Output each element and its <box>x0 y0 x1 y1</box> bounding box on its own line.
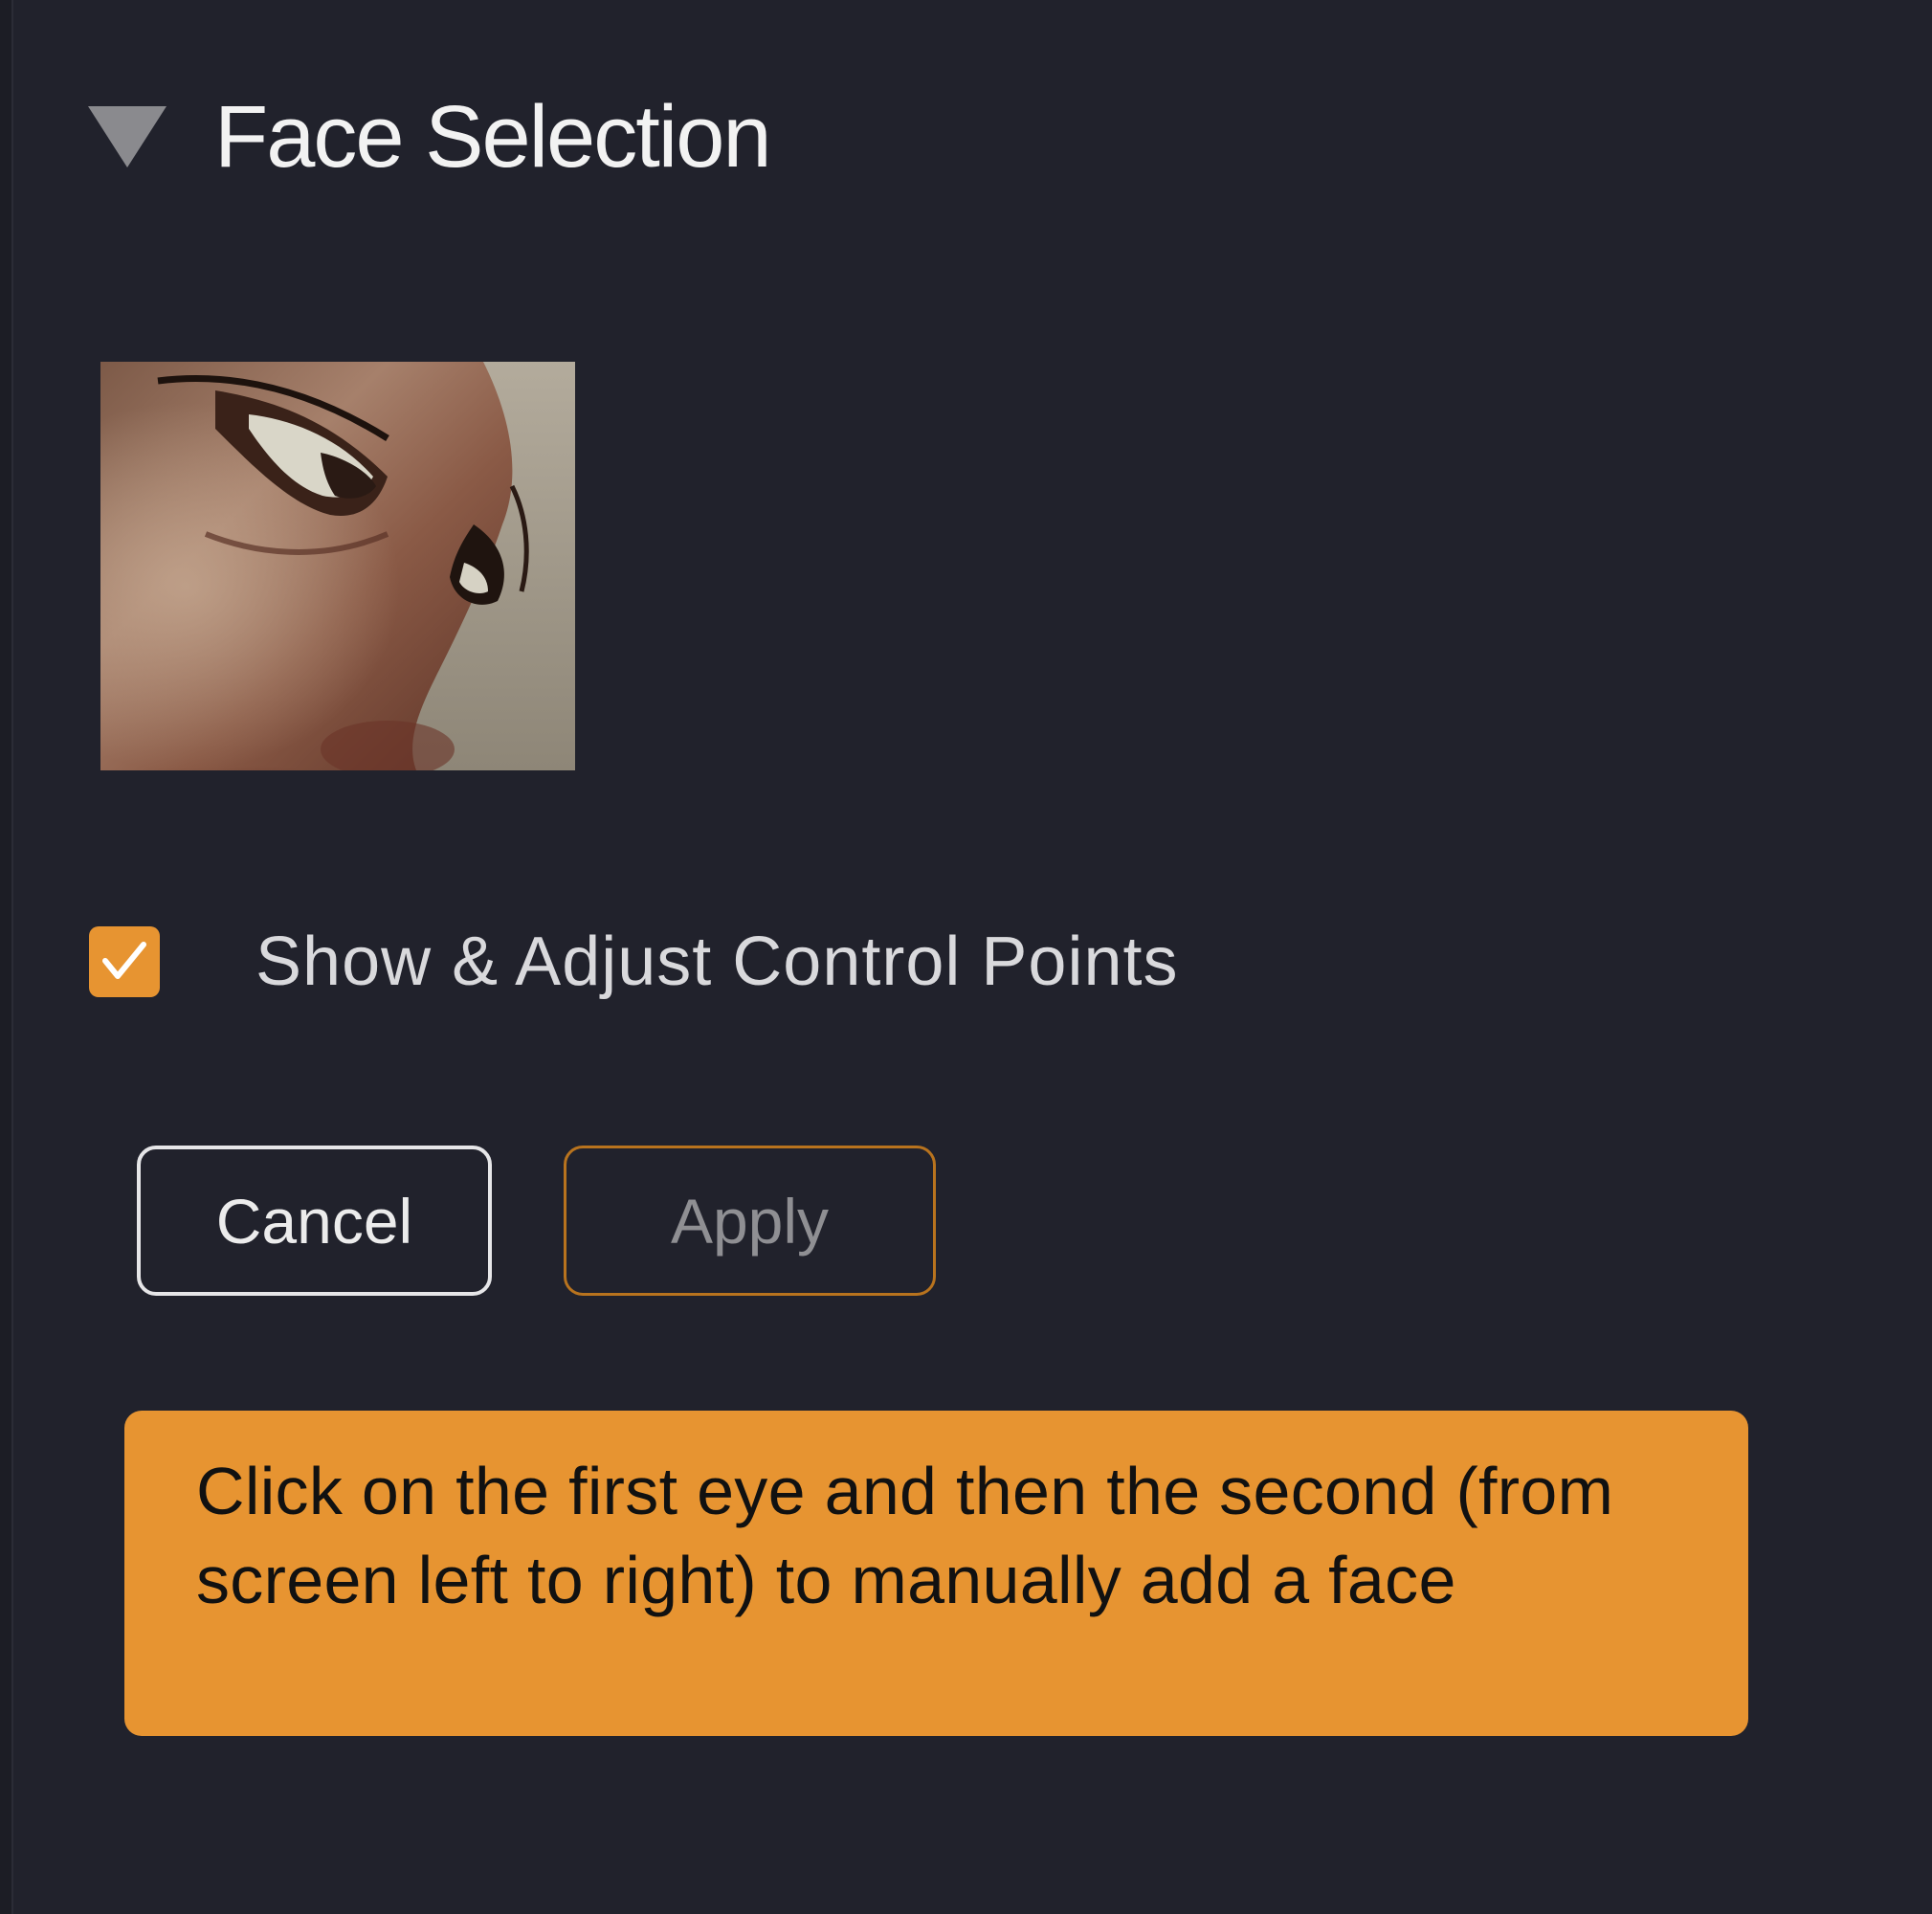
face-thumbnail-image <box>100 362 575 770</box>
cancel-button[interactable]: Cancel <box>137 1146 492 1296</box>
panel-title: Face Selection <box>214 87 772 186</box>
instruction-banner: Click on the first eye and then the seco… <box>124 1411 1748 1736</box>
face-thumbnail[interactable] <box>100 362 575 770</box>
control-points-checkbox[interactable] <box>89 926 160 997</box>
instruction-text: Click on the first eye and then the seco… <box>196 1454 1614 1617</box>
checkmark-icon <box>102 942 146 979</box>
left-panel-divider <box>0 0 13 1914</box>
triangle-down-icon[interactable] <box>88 106 167 167</box>
face-selection-header[interactable]: Face Selection <box>88 84 772 189</box>
control-points-label: Show & Adjust Control Points <box>255 924 1179 1000</box>
apply-button[interactable]: Apply <box>564 1146 936 1296</box>
control-points-row[interactable]: Show & Adjust Control Points <box>89 909 1179 1014</box>
